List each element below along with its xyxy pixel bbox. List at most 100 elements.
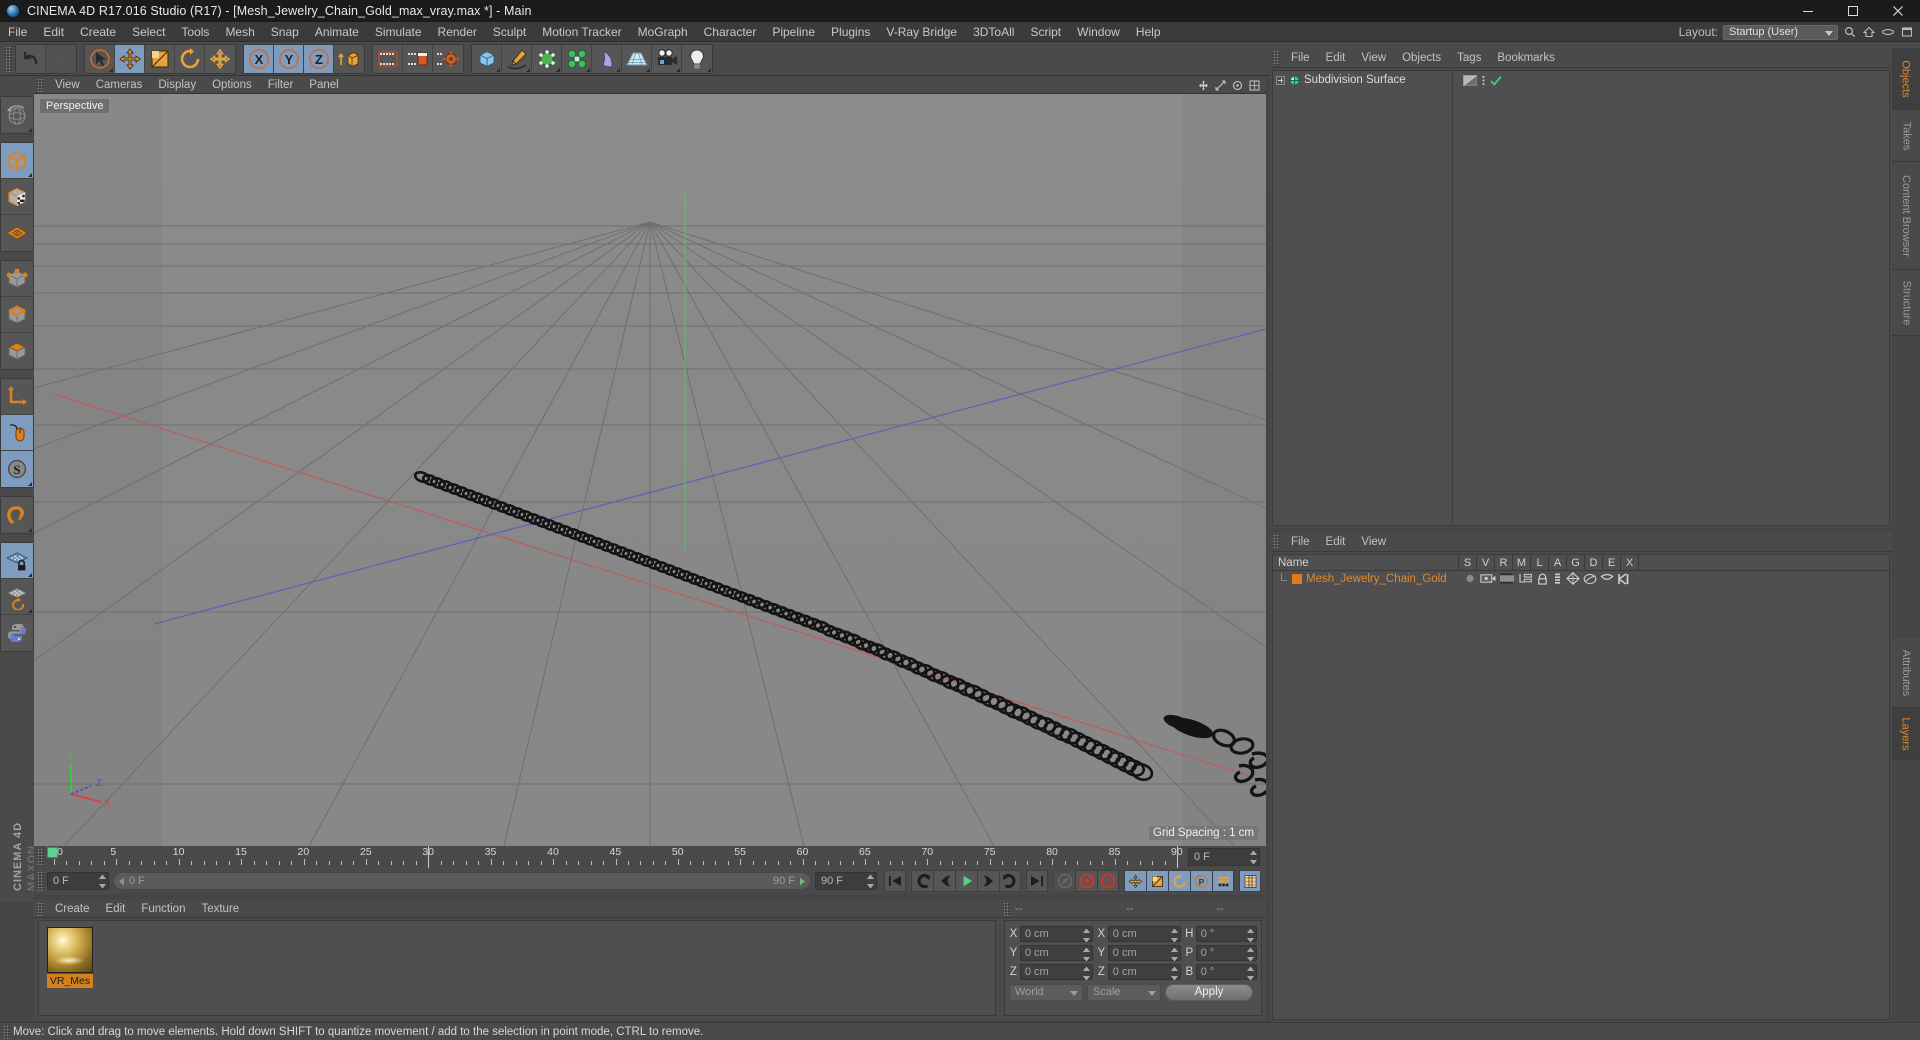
tab-attributes[interactable]: Attributes <box>1892 638 1920 708</box>
perspective-viewport[interactable]: Perspective Y X Z Grid Spacing: 1 cm <box>34 94 1266 846</box>
lock-icon[interactable] <box>1536 573 1549 585</box>
preview-end-stepper[interactable] <box>867 875 874 888</box>
coord-system-select[interactable]: World <box>1009 983 1083 1001</box>
coord-rot-p-stepper[interactable] <box>1247 947 1255 961</box>
layer-color-swatch[interactable] <box>1292 573 1302 584</box>
menu-item-vray-bridge[interactable]: V-Ray Bridge <box>878 22 965 42</box>
spline-pen-icon[interactable] <box>502 44 532 73</box>
points-mode-icon[interactable] <box>1 261 33 297</box>
menu-item-motion-tracker[interactable]: Motion Tracker <box>534 22 629 42</box>
object-menu-view[interactable]: View <box>1353 48 1394 68</box>
object-row-subdivision-surface[interactable]: Subdivision Surface <box>1273 71 1452 89</box>
menu-item-mograph[interactable]: MoGraph <box>630 22 696 42</box>
menu-item-character[interactable]: Character <box>696 22 765 42</box>
material-menu-create[interactable]: Create <box>47 900 98 918</box>
viewport-globe-icon[interactable] <box>1 97 33 133</box>
go-to-start-icon[interactable] <box>884 870 906 892</box>
deformers-icon[interactable] <box>1583 573 1597 585</box>
polygons-mode-icon[interactable] <box>1 333 33 369</box>
coord-size-x-stepper[interactable] <box>1170 928 1178 942</box>
minimize-icon[interactable] <box>1785 0 1830 22</box>
timeline-frame-field[interactable]: 0 F <box>1188 848 1260 866</box>
material-menu-texture[interactable]: Texture <box>193 900 247 918</box>
viewport-solo-icon[interactable] <box>1 415 33 451</box>
view-icon[interactable] <box>1480 573 1496 584</box>
timeline-end-marker[interactable] <box>1177 846 1178 868</box>
play-backwards-keyframe-icon[interactable] <box>911 870 933 892</box>
current-frame-field[interactable]: 0 F <box>47 872 109 890</box>
viewport-menu-filter[interactable]: Filter <box>260 76 302 94</box>
current-frame-stepper[interactable] <box>99 875 106 888</box>
environment-floor-icon[interactable] <box>622 44 652 73</box>
rotate-icon[interactable] <box>175 44 205 73</box>
step-forward-icon[interactable] <box>977 870 999 892</box>
play-forward-icon[interactable] <box>955 870 977 892</box>
layer-name-cell[interactable]: Mesh_Jewelry_Chain_Gold <box>1273 573 1459 585</box>
play-next-keyframe-icon[interactable] <box>999 870 1021 892</box>
position-key-icon[interactable] <box>1124 870 1146 892</box>
menu-item-sculpt[interactable]: Sculpt <box>485 22 534 42</box>
layer-menu-file[interactable]: File <box>1283 532 1318 552</box>
mograph-icon[interactable] <box>562 44 592 73</box>
visibility-dot-icon[interactable] <box>1463 74 1477 86</box>
move-icon[interactable] <box>115 44 145 73</box>
layer-menu-edit[interactable]: Edit <box>1318 532 1354 552</box>
menu-item-create[interactable]: Create <box>72 22 124 42</box>
world-object-axis-icon[interactable] <box>334 44 364 73</box>
layer-row[interactable]: Mesh_Jewelry_Chain_Gold <box>1273 571 1889 586</box>
timeline-icon[interactable] <box>1239 870 1261 892</box>
rotation-key-icon[interactable] <box>1168 870 1190 892</box>
coord-pos-z-stepper[interactable] <box>1082 966 1090 980</box>
toolbar-grip[interactable] <box>5 45 12 72</box>
menu-item-select[interactable]: Select <box>124 22 173 42</box>
menu-item-tools[interactable]: Tools <box>173 22 217 42</box>
x-axis-icon[interactable]: X <box>244 44 274 73</box>
redo-icon[interactable] <box>46 44 76 73</box>
viewport-menu-view[interactable]: View <box>47 76 88 94</box>
material-menu-function[interactable]: Function <box>133 900 193 918</box>
tab-takes[interactable]: Takes <box>1892 110 1920 162</box>
undo-icon[interactable] <box>16 44 46 73</box>
object-mode-icon[interactable] <box>1 143 33 179</box>
object-menu-file[interactable]: File <box>1283 48 1318 68</box>
coord-rot-h-field[interactable]: 0 ° <box>1195 925 1258 942</box>
material-manager-grip[interactable] <box>37 901 44 916</box>
coord-pos-y-field[interactable]: 0 cm <box>1019 944 1093 961</box>
menu-item-file[interactable]: File <box>0 22 35 42</box>
record-active-objects-icon[interactable] <box>1075 870 1097 892</box>
scale-key-icon[interactable] <box>1146 870 1168 892</box>
workplane-lock-icon[interactable] <box>1 543 33 579</box>
workplane-mode-icon[interactable] <box>1 215 33 251</box>
deformer-bend-icon[interactable] <box>592 44 622 73</box>
cube-primitive-icon[interactable] <box>472 44 502 73</box>
expand-plus-icon[interactable] <box>1276 75 1285 85</box>
coord-rot-h-stepper[interactable] <box>1247 928 1255 942</box>
go-to-end-icon[interactable] <box>1026 870 1048 892</box>
eye-icon[interactable] <box>1881 25 1895 39</box>
generators-icon[interactable] <box>1566 572 1580 585</box>
coord-pos-z-field[interactable]: 0 cm <box>1019 963 1093 980</box>
light-icon[interactable] <box>682 44 712 73</box>
material-list[interactable]: VR_Mes <box>38 920 996 1016</box>
tab-structure[interactable]: Structure <box>1892 270 1920 336</box>
animbar-grip[interactable] <box>37 871 44 891</box>
apply-button[interactable]: Apply <box>1165 983 1253 1001</box>
object-manager-grip[interactable] <box>1273 50 1280 65</box>
material-item[interactable]: VR_Mes <box>47 927 93 988</box>
z-axis-icon[interactable]: Z <box>304 44 334 73</box>
render-settings-icon[interactable] <box>433 44 463 73</box>
preview-range-slider[interactable]: 0 F 90 F <box>113 872 811 890</box>
animation-icon[interactable] <box>1552 573 1563 585</box>
camera-icon[interactable] <box>652 44 682 73</box>
tag-dots-icon[interactable] <box>1480 75 1487 86</box>
window-icon[interactable] <box>1900 25 1914 39</box>
parameter-key-icon[interactable]: P <box>1190 870 1212 892</box>
move-gizmo-icon[interactable] <box>1196 78 1210 92</box>
menu-item-simulate[interactable]: Simulate <box>367 22 430 42</box>
menu-item-render[interactable]: Render <box>430 22 485 42</box>
close-icon[interactable] <box>1875 0 1920 22</box>
home-icon[interactable] <box>1862 25 1876 39</box>
menu-item-help[interactable]: Help <box>1128 22 1169 42</box>
transform-mode-select[interactable]: Scale <box>1087 983 1161 1001</box>
menu-item-plugins[interactable]: Plugins <box>823 22 878 42</box>
